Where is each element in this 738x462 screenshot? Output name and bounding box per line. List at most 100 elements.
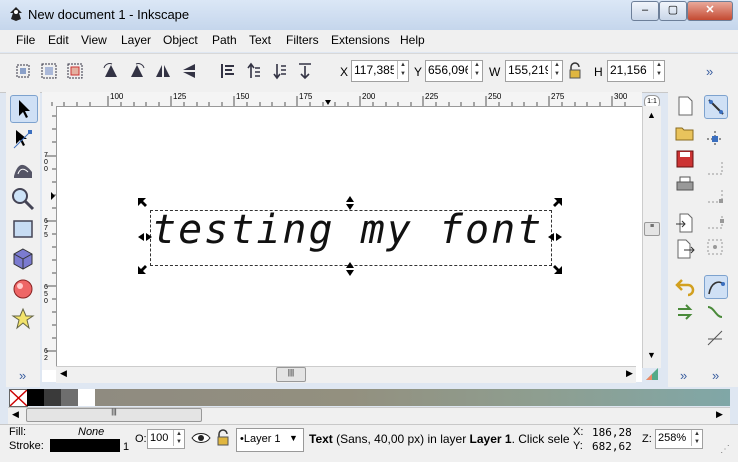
menu-layer[interactable]: Layer	[121, 33, 151, 47]
ellipse-tool[interactable]	[10, 276, 36, 302]
minimize-button[interactable]: –	[631, 1, 659, 21]
h-spinner[interactable]: ▲ ▼	[653, 61, 664, 79]
menu-help[interactable]: Help	[400, 33, 425, 47]
scroll-up-arrow[interactable]: ▲	[647, 110, 656, 120]
snap-intersections-icon[interactable]	[704, 327, 726, 349]
color-manage-icon[interactable]	[644, 366, 660, 385]
redo-icon[interactable]	[674, 301, 696, 323]
y-input[interactable]: ▲▼	[425, 60, 483, 82]
palette-scroll-right[interactable]: ▶	[716, 409, 723, 420]
h-field[interactable]	[608, 61, 652, 79]
undo-icon[interactable]	[674, 275, 696, 297]
h-input[interactable]: ▲▼	[607, 60, 665, 82]
snap-overflow-button[interactable]: »	[712, 368, 719, 383]
horizontal-scroll-thumb[interactable]: |||	[276, 367, 306, 382]
zoom-tool[interactable]	[10, 186, 36, 212]
opacity-input[interactable]: ▲▼	[147, 429, 185, 449]
y-field[interactable]	[426, 61, 470, 79]
close-button[interactable]: ✕	[687, 1, 733, 21]
y-spinner[interactable]: ▲ ▼	[471, 61, 482, 79]
lower-icon[interactable]	[270, 62, 288, 80]
menu-path[interactable]: Path	[212, 33, 237, 47]
stroke-swatch[interactable]	[50, 439, 120, 452]
no-paint-swatch[interactable]	[9, 389, 28, 407]
flip-horizontal-icon[interactable]	[154, 62, 172, 80]
swatch-dark-gray[interactable]	[44, 389, 61, 406]
scroll-down-arrow[interactable]: ▼	[647, 350, 656, 360]
lock-icon[interactable]	[566, 62, 584, 80]
palette-scroll-thumb[interactable]: |||	[26, 408, 202, 422]
raise-icon[interactable]	[244, 62, 262, 80]
selector-tool[interactable]	[10, 95, 38, 123]
zoom-spinner[interactable]: ▲ ▼	[691, 430, 702, 446]
import-icon[interactable]	[674, 212, 696, 234]
rotate-cw-icon[interactable]	[128, 62, 146, 80]
zoom-input[interactable]: ▲▼	[655, 429, 703, 449]
snap-paths-icon[interactable]	[704, 301, 726, 323]
3d-box-tool[interactable]	[10, 246, 36, 272]
menu-edit[interactable]: Edit	[48, 33, 69, 47]
ruler-tick-150: 150	[236, 92, 250, 101]
raise-to-top-icon[interactable]	[218, 62, 236, 80]
star-tool[interactable]	[10, 306, 36, 332]
lower-to-bottom-icon[interactable]	[296, 62, 314, 80]
scroll-left-arrow[interactable]: ◀	[60, 368, 67, 379]
swatch-gray[interactable]	[61, 389, 78, 406]
menu-file[interactable]: File	[16, 33, 35, 47]
layer-selector[interactable]: •Layer 1 ▼	[236, 428, 304, 452]
select-all-layers-icon[interactable]	[40, 62, 58, 80]
fill-value[interactable]: None	[78, 426, 104, 438]
select-all-icon[interactable]	[14, 62, 32, 80]
tweak-tool[interactable]	[10, 156, 36, 182]
swatch-black[interactable]	[27, 389, 44, 406]
snap-bbox-corners-icon[interactable]	[704, 184, 726, 206]
menu-view[interactable]: View	[81, 33, 107, 47]
layer-lock-icon[interactable]	[215, 429, 231, 450]
snap-bbox-midpoints-icon[interactable]	[704, 210, 726, 232]
open-folder-icon[interactable]	[674, 122, 696, 144]
snap-bbox-edges-icon[interactable]	[704, 156, 726, 178]
toolbar-overflow-button[interactable]: »	[706, 64, 713, 79]
x-spinner[interactable]: ▲ ▼	[397, 61, 408, 79]
snap-bbox-centers-icon[interactable]	[704, 236, 726, 258]
menu-filters[interactable]: Filters	[286, 33, 319, 47]
w-spinner[interactable]: ▲ ▼	[551, 61, 562, 79]
rotate-ccw-icon[interactable]	[102, 62, 120, 80]
deselect-icon[interactable]	[66, 62, 84, 80]
scroll-right-arrow[interactable]: ▶	[626, 368, 633, 379]
print-icon[interactable]	[674, 174, 696, 196]
resize-grip-icon[interactable]: ⋰	[720, 444, 730, 455]
x-input[interactable]: ▲▼	[351, 60, 409, 82]
zoom-field[interactable]	[656, 430, 692, 446]
stroke-width-value[interactable]: 1	[123, 441, 129, 453]
selection-handles[interactable]	[130, 190, 570, 280]
snap-toggle-icon[interactable]	[704, 95, 728, 119]
new-document-icon[interactable]	[674, 95, 696, 117]
flip-vertical-icon[interactable]	[180, 62, 198, 80]
snap-bbox-icon[interactable]	[704, 128, 726, 150]
vertical-scrollbar[interactable]	[642, 106, 661, 368]
hide-layer-eye-icon[interactable]	[191, 430, 211, 449]
commands-overflow-button[interactable]: »	[680, 368, 687, 383]
rectangle-tool[interactable]	[10, 216, 36, 242]
node-tool[interactable]	[10, 126, 36, 152]
export-icon[interactable]	[674, 238, 696, 260]
swatch-strip[interactable]	[95, 389, 730, 406]
toolbox-overflow-button[interactable]: »	[19, 368, 26, 383]
save-icon[interactable]	[674, 148, 696, 170]
menu-object[interactable]: Object	[163, 33, 198, 47]
horizontal-scrollbar[interactable]	[56, 366, 636, 383]
snap-nodes-icon[interactable]	[704, 275, 728, 299]
vertical-scroll-thumb[interactable]: ≡	[644, 222, 660, 236]
menu-text[interactable]: Text	[249, 33, 271, 47]
x-field[interactable]	[352, 61, 396, 79]
w-field[interactable]	[506, 61, 550, 79]
menu-extensions[interactable]: Extensions	[331, 33, 390, 47]
swatch-white[interactable]	[78, 389, 95, 406]
layer-dropdown-arrow[interactable]: ▼	[289, 433, 298, 443]
maximize-button[interactable]: ▢	[659, 1, 687, 21]
opacity-field[interactable]	[148, 430, 174, 446]
opacity-spinner[interactable]: ▲ ▼	[173, 430, 184, 446]
palette-scroll-left[interactable]: ◀	[12, 409, 19, 420]
w-input[interactable]: ▲▼	[505, 60, 563, 82]
